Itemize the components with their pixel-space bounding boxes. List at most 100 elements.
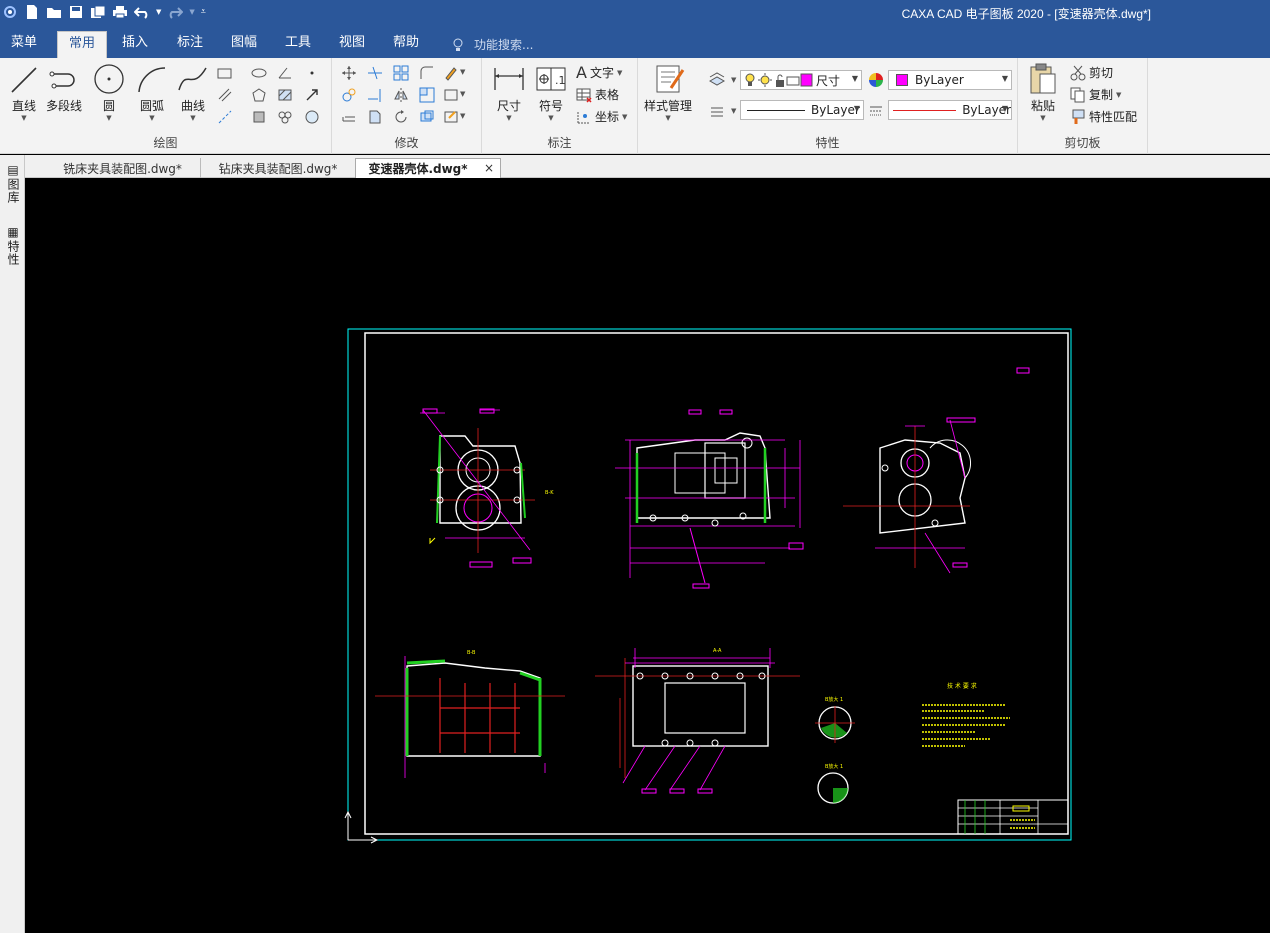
- copy-label: 复制: [1089, 88, 1114, 102]
- rotate-icon[interactable]: [392, 108, 410, 126]
- match-properties-button[interactable]: 特性匹配: [1070, 108, 1137, 125]
- doc-tab-milling[interactable]: 铣床夹具装配图.dwg*: [45, 158, 200, 178]
- customize-icon[interactable]: ⩡: [201, 7, 206, 17]
- color-dropdown[interactable]: ByLayer ▼: [888, 70, 1012, 90]
- tab-tools[interactable]: 工具: [277, 31, 319, 58]
- cut-button[interactable]: 剪切: [1070, 64, 1113, 81]
- point-icon[interactable]: [303, 64, 321, 82]
- tab-help[interactable]: 帮助: [385, 31, 427, 58]
- chevron-down-icon: ▼: [190, 114, 196, 122]
- chevron-down-icon[interactable]: ▼: [460, 112, 465, 120]
- layer-dropdown[interactable]: 尺寸 ▼: [740, 70, 862, 90]
- lineweight-icon[interactable]: [867, 102, 885, 120]
- symbol-icon: .1: [536, 67, 566, 91]
- label-bk: B-K: [545, 490, 554, 496]
- array-icon[interactable]: [392, 64, 410, 82]
- print-icon[interactable]: [112, 4, 128, 20]
- block-icon[interactable]: [250, 108, 268, 126]
- rectangle-icon[interactable]: [216, 64, 234, 82]
- hatch-icon[interactable]: [276, 86, 294, 104]
- parallel-line-icon[interactable]: [216, 86, 234, 104]
- mirror-icon[interactable]: [392, 86, 410, 104]
- explode-icon[interactable]: [418, 108, 436, 126]
- arc-button[interactable]: 圆弧 ▼: [135, 62, 169, 122]
- fillet-icon[interactable]: [418, 64, 436, 82]
- chevron-down-icon: ▼: [506, 114, 512, 122]
- break-icon[interactable]: [366, 108, 384, 126]
- layer-manager-icon[interactable]: [708, 71, 726, 89]
- spline-icon: [178, 67, 207, 91]
- lineweight-dropdown[interactable]: ByLayer ▼: [888, 100, 1012, 120]
- redo-icon[interactable]: [167, 4, 184, 20]
- save-all-icon[interactable]: [90, 4, 106, 20]
- linetype-dropdown[interactable]: ByLayer ▼: [740, 100, 864, 120]
- move-icon[interactable]: [340, 64, 358, 82]
- format-brush-icon[interactable]: [442, 108, 460, 126]
- open-icon[interactable]: [46, 4, 62, 20]
- offset-icon[interactable]: [340, 108, 358, 126]
- scale-icon[interactable]: [418, 86, 436, 104]
- table-button[interactable]: 表格: [576, 86, 619, 103]
- linetype-icon[interactable]: [708, 102, 726, 120]
- color-value: ByLayer: [915, 73, 964, 87]
- coordinate-button[interactable]: 坐标 ▼: [576, 108, 627, 125]
- clipboard-group-label: 剪切板: [1064, 136, 1101, 150]
- dimension-icon: [494, 68, 524, 90]
- arc-icon: [138, 67, 166, 93]
- tab-sheet[interactable]: 图幅: [223, 31, 265, 58]
- trim-icon[interactable]: [366, 64, 384, 82]
- chevron-down-icon: ▼: [1040, 114, 1046, 122]
- chevron-down-icon[interactable]: ▼: [460, 90, 465, 98]
- curve-button[interactable]: 曲线 ▼: [176, 62, 210, 122]
- drawing-canvas[interactable]: B-K B-B A-A B放大 1 B放大 1 技 术 要 求: [25, 178, 1270, 933]
- match-properties-icon: [1072, 109, 1085, 124]
- symbol-button[interactable]: .1 符号 ▼: [534, 62, 568, 122]
- text-button[interactable]: A 文字 ▼: [576, 63, 622, 82]
- search-placeholder: 功能搜索...: [474, 38, 534, 52]
- paste-icon: [1030, 63, 1056, 94]
- line-button[interactable]: 直线 ▼: [8, 62, 40, 122]
- doc-tab-drilling[interactable]: 钻床夹具装配图.dwg*: [200, 158, 355, 178]
- close-icon[interactable]: ×: [484, 161, 494, 175]
- library-panel-tab[interactable]: ▤图库: [5, 163, 22, 204]
- save-icon[interactable]: [68, 4, 84, 20]
- copy-button[interactable]: 复制 ▼: [1070, 86, 1121, 103]
- centerline-icon[interactable]: [216, 108, 234, 126]
- chevron-down-icon[interactable]: ▼: [731, 76, 736, 84]
- new-icon[interactable]: [24, 4, 40, 20]
- tab-insert[interactable]: 插入: [114, 31, 156, 58]
- image-icon[interactable]: [303, 108, 321, 126]
- stretch-icon[interactable]: [442, 86, 460, 104]
- cut-label: 剪切: [1089, 66, 1114, 80]
- style-manager-button[interactable]: 样式管理 ▼: [644, 62, 692, 122]
- paste-button[interactable]: 粘贴 ▼: [1028, 62, 1058, 122]
- pen-edit-icon[interactable]: [442, 64, 460, 82]
- extend-icon[interactable]: [366, 86, 384, 104]
- redo-dropdown-icon[interactable]: ▼: [189, 8, 194, 16]
- angle-line-icon[interactable]: [276, 64, 294, 82]
- app-icon[interactable]: [2, 4, 18, 20]
- doc-tab-gearbox[interactable]: 变速器壳体.dwg* ×: [355, 158, 501, 178]
- ellipse-icon[interactable]: [250, 64, 268, 82]
- properties-panel-tab[interactable]: ▦特性: [5, 225, 22, 266]
- undo-icon[interactable]: [134, 4, 150, 20]
- chevron-down-icon[interactable]: ▼: [731, 107, 736, 115]
- tab-annotate[interactable]: 标注: [169, 31, 211, 58]
- drawing-sheet[interactable]: B-K B-B A-A B放大 1 B放大 1 技 术 要 求: [25, 178, 1270, 933]
- tab-common[interactable]: 常用: [57, 31, 107, 58]
- circle-button[interactable]: 圆 ▼: [93, 62, 125, 122]
- polyline-button[interactable]: 多段线: [46, 62, 82, 114]
- chevron-down-icon: ▼: [665, 114, 671, 122]
- arrow-icon[interactable]: [303, 86, 321, 104]
- tab-view[interactable]: 视图: [331, 31, 373, 58]
- polygon-icon[interactable]: [250, 86, 268, 104]
- tab-menu[interactable]: 菜单: [4, 31, 44, 58]
- dimension-button[interactable]: 尺寸 ▼: [492, 62, 526, 122]
- chevron-down-icon[interactable]: ▼: [460, 68, 465, 76]
- view-middle-top: [615, 409, 804, 589]
- cloud-icon[interactable]: [276, 108, 294, 126]
- copy-geometry-icon[interactable]: [340, 86, 358, 104]
- undo-dropdown-icon[interactable]: ▼: [156, 8, 161, 16]
- function-search[interactable]: 功能搜索...: [452, 36, 533, 53]
- color-wheel-icon[interactable]: [867, 71, 885, 89]
